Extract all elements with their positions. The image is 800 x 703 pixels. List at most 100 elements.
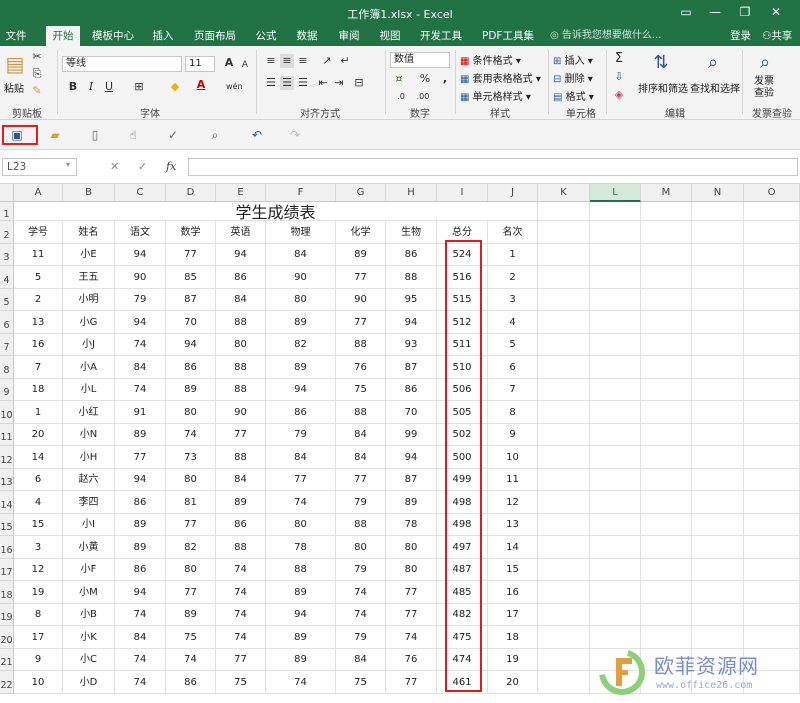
cell[interactable]: 95 (386, 289, 437, 311)
decrease-decimal-icon[interactable]: .00 (416, 90, 430, 104)
cell[interactable]: 84 (115, 356, 166, 379)
cell[interactable]: 小H (63, 446, 115, 469)
cell[interactable]: 88 (336, 401, 386, 424)
cell[interactable]: 小E (63, 244, 115, 266)
copy-icon[interactable]: ⎘ (30, 67, 44, 81)
redo-icon[interactable]: ↷ (286, 127, 304, 143)
cell[interactable] (744, 491, 800, 514)
cell[interactable]: 94 (115, 311, 166, 334)
cell[interactable]: 小M (63, 581, 115, 604)
cell[interactable]: 89 (266, 356, 336, 379)
decrease-font-icon[interactable]: A (238, 58, 252, 72)
cell[interactable]: 89 (336, 244, 386, 266)
cell[interactable]: 84 (336, 649, 386, 671)
cell[interactable]: 77 (266, 469, 336, 491)
cell[interactable]: 77 (386, 671, 437, 694)
tab-data[interactable]: 数据 (291, 26, 323, 46)
cell[interactable]: 9 (488, 424, 538, 446)
cell[interactable]: 86 (115, 559, 166, 581)
cell[interactable]: 512 (437, 311, 488, 334)
cell[interactable] (590, 536, 641, 559)
cell[interactable] (538, 649, 590, 671)
cell[interactable]: 75 (216, 671, 266, 694)
name-box-dropdown-icon[interactable]: ▾ (66, 160, 70, 169)
cell[interactable]: 80 (166, 559, 216, 581)
row-header[interactable]: 11 (0, 424, 14, 446)
cell[interactable]: 487 (437, 559, 488, 581)
cell[interactable]: 11 (488, 469, 538, 491)
tell-me-search[interactable]: ◎ 告诉我您想要做什么... (550, 26, 661, 46)
cell[interactable] (538, 536, 590, 559)
cell[interactable]: 79 (336, 491, 386, 514)
cell[interactable] (641, 514, 692, 536)
align-left-icon[interactable]: ☰ (264, 76, 278, 90)
cell[interactable] (538, 379, 590, 401)
cell[interactable] (590, 424, 641, 446)
format-painter-icon[interactable]: ✎ (30, 84, 44, 98)
find-select-icon[interactable]: ⌕ (700, 50, 726, 76)
cell[interactable]: 77 (216, 649, 266, 671)
cell[interactable]: 语文 (115, 221, 166, 244)
cut-icon[interactable]: ✂ (30, 50, 44, 64)
new-document-icon[interactable]: ▯ (86, 127, 104, 143)
column-header-l[interactable]: L (590, 184, 641, 202)
cell[interactable]: 数学 (166, 221, 216, 244)
tab-pdf-tools[interactable]: PDF工具集 (477, 26, 539, 46)
cell[interactable]: 74 (216, 604, 266, 626)
align-bottom-icon[interactable]: ≡ (296, 54, 310, 68)
cell[interactable]: 516 (437, 266, 488, 289)
cell[interactable]: 20 (488, 671, 538, 694)
cell[interactable]: 93 (386, 334, 437, 356)
orientation-icon[interactable]: ↗ (320, 54, 334, 68)
cell[interactable]: 12 (488, 491, 538, 514)
cell[interactable] (590, 604, 641, 626)
cell[interactable] (692, 202, 744, 221)
cell[interactable]: 小B (63, 604, 115, 626)
cell[interactable]: 94 (386, 311, 437, 334)
cell[interactable]: 90 (336, 289, 386, 311)
format-as-table-button[interactable]: ▦ 套用表格格式 ▾ (460, 70, 541, 85)
cell[interactable]: 77 (386, 604, 437, 626)
cell[interactable]: 89 (266, 581, 336, 604)
cell[interactable]: 88 (216, 356, 266, 379)
cell[interactable] (744, 536, 800, 559)
cell[interactable]: 86 (216, 514, 266, 536)
cell[interactable]: 88 (336, 334, 386, 356)
cell[interactable]: 90 (266, 266, 336, 289)
cell[interactable] (692, 311, 744, 334)
cell[interactable]: 94 (166, 334, 216, 356)
print-preview-icon[interactable]: ⌕ (206, 127, 224, 143)
cell[interactable]: 80 (386, 559, 437, 581)
cell[interactable]: 4 (488, 311, 538, 334)
row-header[interactable]: 3 (0, 244, 14, 266)
cell[interactable] (538, 202, 590, 221)
fill-icon[interactable]: ⇩ (612, 70, 626, 84)
cell[interactable]: 77 (166, 244, 216, 266)
row-header[interactable]: 8 (0, 356, 14, 379)
tab-insert[interactable]: 插入 (147, 26, 179, 46)
row-header[interactable]: 4 (0, 266, 14, 289)
select-all-corner[interactable] (0, 184, 14, 202)
close-button[interactable]: ✕ (766, 3, 786, 21)
borders-icon[interactable]: ⊞ (132, 80, 146, 94)
cell[interactable] (692, 604, 744, 626)
cell[interactable]: 82 (266, 334, 336, 356)
cell[interactable]: 77 (336, 311, 386, 334)
column-header-k[interactable]: K (538, 184, 590, 202)
cell[interactable] (692, 244, 744, 266)
cell[interactable] (641, 401, 692, 424)
cell[interactable]: 小D (63, 671, 115, 694)
row-header[interactable]: 19 (0, 604, 14, 626)
cell[interactable] (692, 536, 744, 559)
cell[interactable]: 84 (216, 469, 266, 491)
cancel-icon[interactable]: ✕ (110, 160, 119, 173)
cell[interactable]: 86 (115, 491, 166, 514)
cell[interactable]: 77 (386, 581, 437, 604)
italic-button[interactable]: I (84, 80, 98, 94)
cell[interactable]: 79 (336, 626, 386, 649)
cell[interactable]: 515 (437, 289, 488, 311)
cell[interactable] (692, 379, 744, 401)
paste-icon[interactable]: ▤ (4, 52, 26, 76)
cell[interactable]: 5 (488, 334, 538, 356)
cell[interactable] (590, 559, 641, 581)
